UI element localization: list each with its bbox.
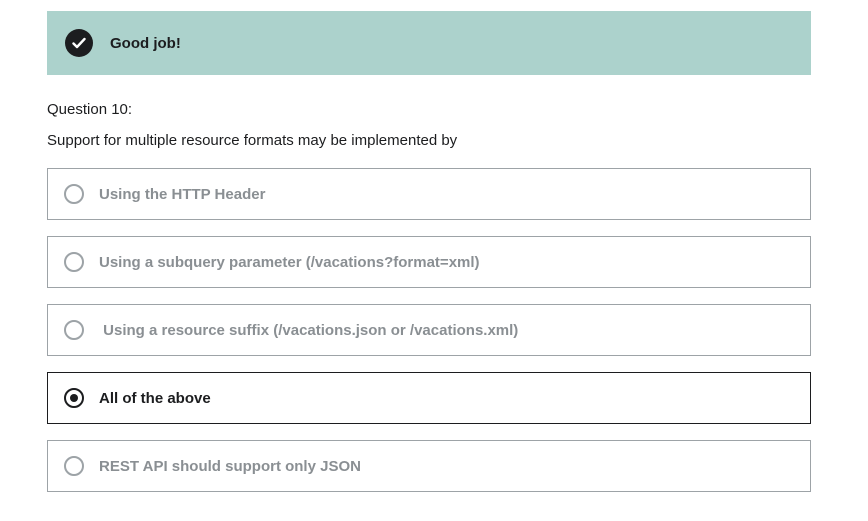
result-banner: Good job! [47,11,811,75]
answer-label: REST API should support only JSON [99,457,361,475]
answer-option-3[interactable]: Using a resource suffix (/vacations.json… [47,304,811,356]
radio-dot [70,394,78,402]
radio-button-selected[interactable] [64,388,84,408]
banner-message: Good job! [110,34,181,52]
answer-option-5[interactable]: REST API should support only JSON [47,440,811,492]
checkmark-icon [72,37,86,49]
answer-option-1[interactable]: Using the HTTP Header [47,168,811,220]
answer-option-2[interactable]: Using a subquery parameter (/vacations?f… [47,236,811,288]
check-circle-icon [65,29,93,57]
answer-option-4[interactable]: All of the above [47,372,811,424]
radio-button[interactable] [64,320,84,340]
radio-button[interactable] [64,184,84,204]
answer-label: Using a subquery parameter (/vacations?f… [99,253,480,271]
answer-label: All of the above [99,389,211,407]
answer-label: Using the HTTP Header [99,185,266,203]
radio-button[interactable] [64,252,84,272]
question-number: Question 10: [47,101,133,118]
radio-button[interactable] [64,456,84,476]
answer-label: Using a resource suffix (/vacations.json… [99,321,519,339]
question-prompt: Support for multiple resource formats ma… [47,132,458,149]
